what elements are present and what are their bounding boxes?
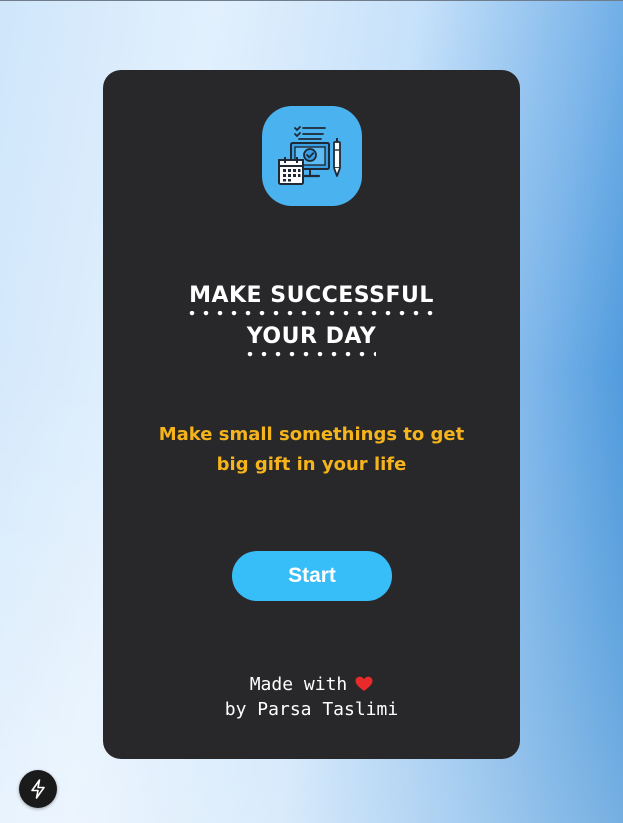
credit-prefix: Made with bbox=[249, 674, 348, 695]
credit-line-1: Made with bbox=[103, 672, 520, 697]
tagline-line-1: Make small somethings to get bbox=[158, 424, 465, 445]
title-line-2: YOUR DAY bbox=[246, 319, 377, 360]
top-border bbox=[0, 0, 623, 1]
heart-icon bbox=[355, 676, 373, 691]
productivity-desk-icon bbox=[278, 126, 341, 185]
lightning-bolt-icon bbox=[31, 779, 45, 799]
welcome-card: MAKE SUCCESSFUL YOUR DAY Make small some… bbox=[103, 70, 520, 759]
page-title: MAKE SUCCESSFUL YOUR DAY bbox=[103, 278, 520, 360]
lightning-bolt-button[interactable] bbox=[19, 770, 57, 808]
tagline-line-2: big gift in your life bbox=[216, 454, 407, 475]
credit: Made with by Parsa Taslimi bbox=[103, 672, 520, 722]
title-line-1: MAKE SUCCESSFUL bbox=[189, 278, 434, 319]
app-logo bbox=[262, 106, 362, 206]
start-button[interactable]: Start bbox=[232, 551, 392, 601]
tagline: Make small somethings to get big gift in… bbox=[143, 420, 480, 480]
credit-author: by Parsa Taslimi bbox=[224, 699, 399, 720]
